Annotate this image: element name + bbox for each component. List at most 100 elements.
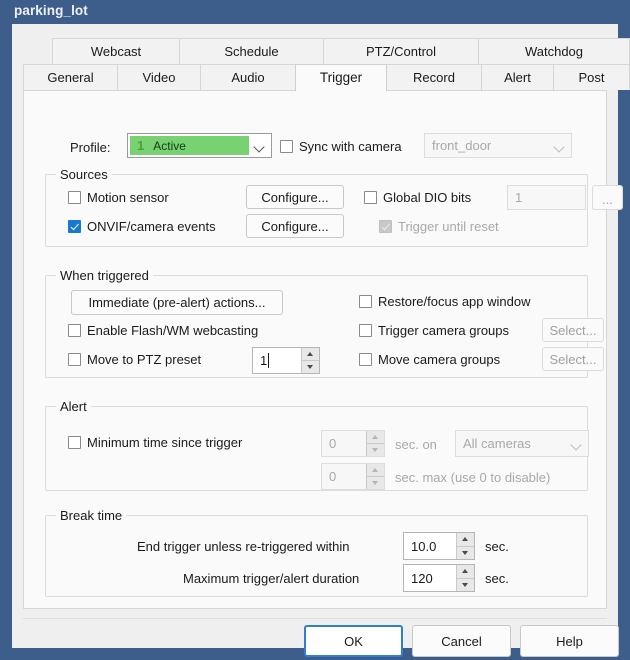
spinner-buttons[interactable] [456,565,474,591]
tab-video[interactable]: Video [117,64,201,90]
trigger-camera-groups-select-button[interactable]: Select... [542,318,604,342]
spinner-down-icon[interactable] [302,360,319,373]
sec-max-spinner[interactable]: 0 [321,463,385,490]
checkbox-box [280,140,293,153]
onvif-configure-button[interactable]: Configure... [246,214,344,238]
trigger-until-reset-checkbox[interactable]: Trigger until reset [379,219,499,234]
spinner-up-icon[interactable] [367,431,384,443]
move-to-ptz-preset-checkbox[interactable]: Move to PTZ preset [68,352,201,367]
tab-schedule[interactable]: Schedule [179,38,324,64]
profile-label: Profile: [70,140,111,155]
spinner-buttons[interactable] [301,348,319,373]
spinner-up-icon[interactable] [457,565,474,578]
checkbox-box [68,353,81,366]
sources-group-title: Sources [56,167,112,182]
enable-flash-webcasting-label: Enable Flash/WM webcasting [87,323,259,338]
sec-on-value[interactable]: 0 [322,431,366,456]
tab-label: General [47,70,94,85]
profile-value: Active [153,138,186,153]
break-time-group-title: Break time [56,508,127,523]
restore-focus-app-window-label: Restore/focus app window [378,294,531,309]
trigger-tab-panel: Profile: 1 Active Sync with camera front… [23,90,623,609]
spinner-down-icon[interactable] [457,577,474,591]
tab-alert[interactable]: Alert [481,64,554,90]
minimum-time-since-trigger-checkbox[interactable]: Minimum time since trigger [68,435,242,450]
sync-camera-value: front_door [432,138,492,153]
checkbox-box [359,324,372,337]
tab-webcast[interactable]: Webcast [52,38,180,64]
max-duration-unit: sec. [485,571,509,586]
spinner-down-icon[interactable] [457,545,474,559]
motion-configure-button[interactable]: Configure... [246,185,344,209]
tab-strip: Webcast Schedule PTZ/Control Watchdog Ge… [23,38,630,91]
max-duration-spinner[interactable]: 120 [403,564,475,592]
chevron-down-icon [566,431,588,456]
alert-cameras-dropdown[interactable]: All cameras [455,430,589,457]
button-label: Immediate (pre-alert) actions... [88,295,266,310]
help-button[interactable]: Help [520,625,619,657]
button-label: Configure... [261,218,329,234]
sec-on-label: sec. on [395,437,437,452]
checkbox-box [379,220,392,233]
cancel-button[interactable]: Cancel [412,625,511,657]
trigger-camera-groups-label: Trigger camera groups [378,323,510,338]
tab-label: Post [578,70,605,85]
global-dio-bits-checkbox[interactable]: Global DIO bits [364,190,471,205]
spinner-down-icon[interactable] [367,476,384,489]
spinner-up-icon[interactable] [457,533,474,546]
sync-camera-dropdown[interactable]: front_door [424,133,572,158]
global-dio-more-button[interactable]: ... [592,185,623,210]
tab-general[interactable]: General [23,64,118,90]
spinner-down-icon[interactable] [367,443,384,456]
tab-post[interactable]: Post [553,64,630,90]
end-trigger-value[interactable]: 10.0 [404,533,456,559]
onvif-events-checkbox[interactable]: ONVIF/camera events [68,219,216,234]
tab-label: Trigger [319,70,363,85]
spinner-up-icon[interactable] [302,348,319,360]
sync-with-camera-checkbox[interactable]: Sync with camera [280,139,402,154]
motion-sensor-checkbox[interactable]: Motion sensor [68,190,169,205]
global-dio-bits-input[interactable]: 1 [507,185,586,210]
alert-cameras-value: All cameras [463,436,531,451]
chevron-down-icon [549,134,571,157]
minimum-time-since-trigger-label: Minimum time since trigger [87,435,243,450]
trigger-camera-groups-checkbox[interactable]: Trigger camera groups [359,323,509,338]
tab-label: Watchdog [524,44,584,59]
sec-max-value[interactable]: 0 [322,464,366,489]
tab-trigger[interactable]: Trigger [295,64,387,91]
ptz-preset-value[interactable]: 1 [253,348,301,373]
spinner-buttons[interactable] [366,431,384,456]
spinner-buttons[interactable] [456,533,474,559]
button-label: Configure... [261,189,329,205]
sec-on-spinner[interactable]: 0 [321,430,385,457]
ok-button[interactable]: OK [304,625,403,657]
spinner-up-icon[interactable] [367,464,384,476]
checkbox-box [364,191,377,204]
text-caret [268,353,270,368]
end-trigger-spinner[interactable]: 10.0 [403,532,475,560]
tab-watchdog[interactable]: Watchdog [478,38,630,64]
global-dio-bits-value: 1 [515,190,523,205]
tab-record[interactable]: Record [386,64,482,90]
move-camera-groups-checkbox[interactable]: Move camera groups [359,352,500,367]
tab-label: Record [413,70,455,85]
spinner-value-text: 1 [260,353,268,368]
profile-dropdown[interactable]: 1 Active [127,133,272,158]
max-duration-value[interactable]: 120 [404,565,456,591]
ptz-preset-spinner[interactable]: 1 [252,347,320,374]
chevron-down-icon [249,136,269,155]
button-label: OK [344,633,363,649]
break-time-group: Break time End trigger unless re-trigger… [45,508,588,597]
spinner-buttons[interactable] [366,464,384,489]
tab-label: Webcast [90,44,142,59]
immediate-actions-button[interactable]: Immediate (pre-alert) actions... [71,290,283,315]
max-duration-label: Maximum trigger/alert duration [183,571,360,586]
tab-ptz-control[interactable]: PTZ/Control [323,38,479,64]
enable-flash-webcasting-checkbox[interactable]: Enable Flash/WM webcasting [68,323,258,338]
move-camera-groups-select-button[interactable]: Select... [542,347,604,371]
restore-focus-app-window-checkbox[interactable]: Restore/focus app window [359,294,530,309]
move-camera-groups-label: Move camera groups [378,352,501,367]
dialog-window: parking_lot Webcast Schedule PTZ/Control… [0,0,630,660]
tab-audio[interactable]: Audio [200,64,296,90]
alert-group: Alert Minimum time since trigger 0 sec. … [45,399,589,491]
